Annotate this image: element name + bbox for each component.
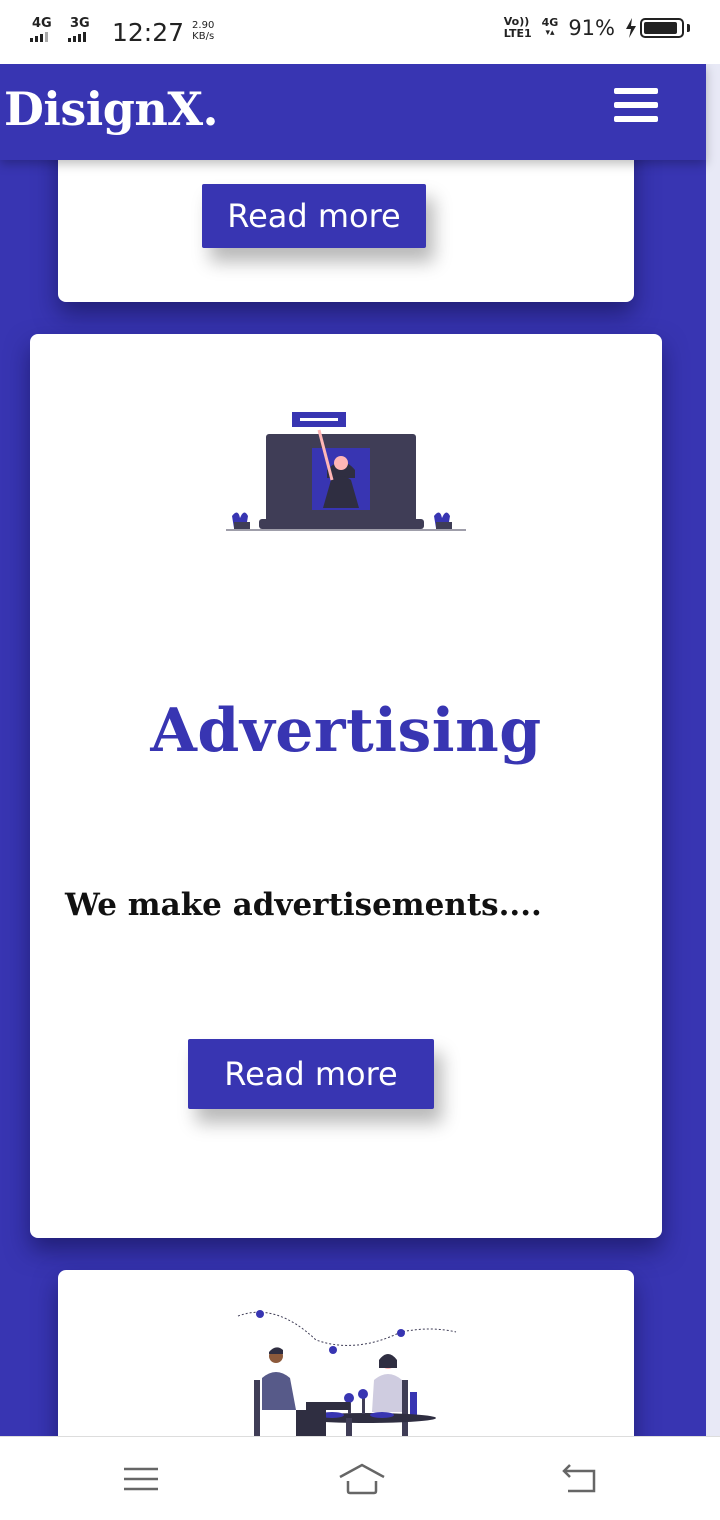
volte-indicator: Vo)) LTE1 — [504, 16, 532, 40]
volte-bottom: LTE1 — [503, 27, 532, 40]
back-icon[interactable] — [558, 1459, 602, 1499]
scrollbar-track[interactable] — [706, 64, 720, 1436]
battery-level-fill — [644, 22, 677, 34]
brand-logo[interactable]: DisignX. — [4, 82, 219, 136]
page-viewport[interactable]: Read more Advertising We make advertisem… — [0, 64, 720, 1436]
speed-unit: KB/s — [192, 31, 215, 42]
clock: 12:27 — [112, 18, 185, 47]
network-type-right: 4G — [541, 16, 559, 29]
advertising-illustration — [226, 412, 466, 531]
status-right: Vo)) LTE1 4G ▾▴ 91% — [504, 16, 690, 40]
speed-value: 2.90 — [192, 20, 215, 31]
system-nav-bar — [0, 1436, 720, 1520]
signal-2-icon: 3G — [68, 14, 98, 44]
card-title: Advertising — [150, 696, 542, 766]
data-network-icon: 4G ▾▴ — [541, 16, 559, 38]
read-more-button[interactable]: Read more — [188, 1039, 434, 1109]
network-type-2: 3G — [70, 16, 90, 31]
home-icon[interactable] — [338, 1459, 385, 1499]
read-more-button[interactable]: Read more — [202, 184, 426, 248]
card-description: We make advertisements.... — [65, 887, 542, 923]
battery-percent: 91% — [568, 16, 615, 40]
service-card-advertising: Advertising We make advertisements.... R… — [30, 334, 662, 1238]
signal-1-icon: 4G — [30, 14, 60, 44]
menu-icon[interactable] — [120, 1459, 164, 1499]
top-navbar: DisignX. — [0, 64, 706, 160]
status-left: 4G 3G 12:27 2.90 KB/s — [30, 14, 214, 47]
charging-icon — [626, 18, 636, 38]
hamburger-icon[interactable] — [614, 88, 660, 128]
status-bar: 4G 3G 12:27 2.90 KB/s Vo)) LTE1 4G ▾▴ 91… — [0, 0, 720, 64]
battery-icon — [625, 18, 690, 38]
network-speed: 2.90 KB/s — [192, 20, 214, 42]
service-card-next — [58, 1270, 634, 1436]
network-type-1: 4G — [32, 16, 52, 31]
dinner-illustration — [237, 1310, 457, 1436]
